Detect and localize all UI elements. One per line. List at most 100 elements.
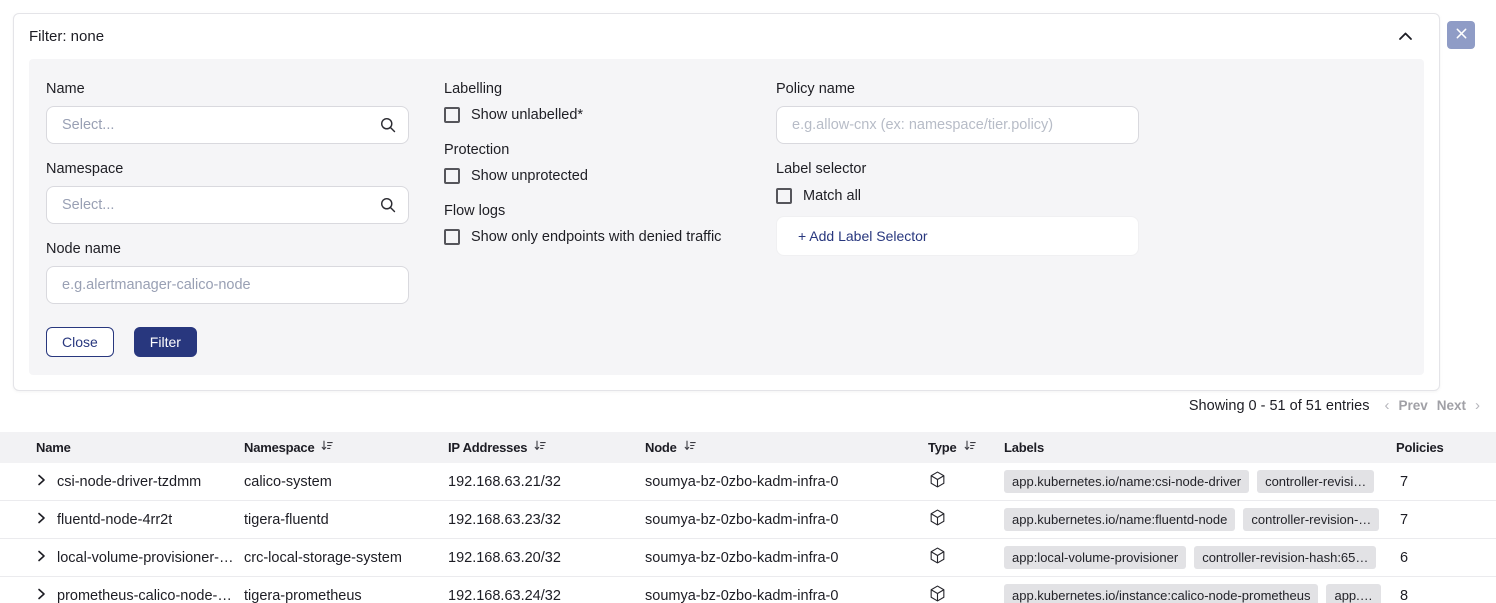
show-unlabelled-label: Show unlabelled* bbox=[471, 107, 583, 123]
endpoints-table: Name Namespace IP Addresses Node Type La… bbox=[0, 432, 1496, 603]
endpoint-labels: app.kubernetes.io/name:fluentd-node cont… bbox=[1004, 508, 1396, 531]
next-chevron-icon[interactable]: › bbox=[1475, 397, 1480, 414]
column-header-ip-addresses[interactable]: IP Addresses bbox=[448, 440, 645, 455]
namespace-filter-group: Namespace bbox=[46, 161, 409, 224]
prev-chevron-icon[interactable]: ‹ bbox=[1384, 397, 1389, 414]
label-chip: app.… bbox=[1326, 584, 1380, 603]
label-chip: app.kubernetes.io/name:csi-node-driver bbox=[1004, 470, 1249, 493]
column-header-namespace[interactable]: Namespace bbox=[244, 440, 448, 455]
endpoint-namespace: crc-local-storage-system bbox=[244, 550, 448, 566]
table-row: prometheus-calico-node-… tigera-promethe… bbox=[0, 577, 1496, 603]
label-chip: app.kubernetes.io/name:fluentd-node bbox=[1004, 508, 1235, 531]
policy-name-group: Policy name bbox=[776, 81, 1139, 144]
filter-actions: Close Filter bbox=[46, 327, 409, 357]
pod-cube-icon bbox=[928, 546, 947, 569]
chevron-right-icon bbox=[36, 588, 47, 603]
filter-title: Filter: none bbox=[29, 28, 104, 45]
namespace-filter-label: Namespace bbox=[46, 161, 409, 177]
match-all-checkbox[interactable] bbox=[776, 188, 792, 204]
chevron-right-icon bbox=[36, 474, 47, 489]
show-unlabelled-checkbox[interactable] bbox=[444, 107, 460, 123]
endpoint-name[interactable]: csi-node-driver-tzdmm bbox=[57, 474, 201, 490]
endpoint-namespace: calico-system bbox=[244, 474, 448, 490]
endpoint-name[interactable]: local-volume-provisioner-… bbox=[57, 550, 233, 566]
endpoint-ip: 192.168.63.23/32 bbox=[448, 512, 645, 528]
next-page-link[interactable]: Next bbox=[1437, 398, 1466, 413]
close-button[interactable]: Close bbox=[46, 327, 114, 357]
filter-panel-header: Filter: none bbox=[14, 14, 1439, 57]
endpoint-labels: app:local-volume-provisioner controller-… bbox=[1004, 546, 1396, 569]
protection-section: Protection Show unprotected bbox=[444, 142, 744, 184]
endpoint-labels: app.kubernetes.io/name:csi-node-driver c… bbox=[1004, 470, 1396, 493]
sort-icon[interactable] bbox=[964, 440, 976, 455]
table-header-row: Name Namespace IP Addresses Node Type La… bbox=[0, 432, 1496, 463]
endpoint-policies-count: 8 bbox=[1396, 588, 1496, 603]
filter-column-middle: Labelling Show unlabelled* Protection Sh… bbox=[444, 81, 744, 357]
flow-logs-section: Flow logs Show only endpoints with denie… bbox=[444, 203, 744, 245]
expand-row-button[interactable] bbox=[36, 512, 47, 527]
protection-label: Protection bbox=[444, 142, 744, 158]
endpoint-ip: 192.168.63.21/32 bbox=[448, 474, 645, 490]
entries-summary: Showing 0 - 51 of 51 entries bbox=[1189, 398, 1370, 414]
match-all-label: Match all bbox=[803, 188, 861, 204]
denied-traffic-label: Show only endpoints with denied traffic bbox=[471, 229, 721, 245]
show-unprotected-label: Show unprotected bbox=[471, 168, 588, 184]
column-header-node[interactable]: Node bbox=[645, 440, 928, 455]
endpoint-node: soumya-bz-0zbo-kadm-infra-0 bbox=[645, 474, 928, 490]
endpoint-type bbox=[928, 546, 1004, 569]
close-icon bbox=[1455, 27, 1468, 43]
endpoint-namespace: tigera-fluentd bbox=[244, 512, 448, 528]
denied-traffic-checkbox[interactable] bbox=[444, 229, 460, 245]
policy-name-input[interactable] bbox=[776, 106, 1139, 144]
expand-row-button[interactable] bbox=[36, 550, 47, 565]
endpoint-ip: 192.168.63.20/32 bbox=[448, 550, 645, 566]
label-selector-label: Label selector bbox=[776, 161, 1139, 177]
expand-row-button[interactable] bbox=[36, 474, 47, 489]
namespace-filter-input[interactable] bbox=[46, 186, 409, 224]
node-name-input[interactable] bbox=[46, 266, 409, 304]
endpoint-name[interactable]: prometheus-calico-node-… bbox=[57, 588, 232, 603]
table-row: csi-node-driver-tzdmm calico-system 192.… bbox=[0, 463, 1496, 501]
label-selector-section: Label selector Match all + Add Label Sel… bbox=[776, 161, 1139, 256]
show-unprotected-checkbox[interactable] bbox=[444, 168, 460, 184]
table-row: fluentd-node-4rr2t tigera-fluentd 192.16… bbox=[0, 501, 1496, 539]
endpoint-name[interactable]: fluentd-node-4rr2t bbox=[57, 512, 172, 528]
filter-button[interactable]: Filter bbox=[134, 327, 197, 357]
endpoint-namespace: tigera-prometheus bbox=[244, 588, 448, 603]
column-header-name[interactable]: Name bbox=[36, 440, 244, 455]
filter-column-left: Name Namespace Node name bbox=[46, 81, 409, 357]
name-filter-label: Name bbox=[46, 81, 409, 97]
endpoint-ip: 192.168.63.24/32 bbox=[448, 588, 645, 603]
expand-row-button[interactable] bbox=[36, 588, 47, 603]
pagination-bar: Showing 0 - 51 of 51 entries ‹ Prev Next… bbox=[1189, 397, 1480, 414]
column-header-type[interactable]: Type bbox=[928, 440, 1004, 455]
endpoint-policies-count: 7 bbox=[1396, 512, 1496, 528]
search-icon bbox=[379, 116, 397, 139]
table-row: local-volume-provisioner-… crc-local-sto… bbox=[0, 539, 1496, 577]
filter-column-right: Policy name Label selector Match all + A… bbox=[776, 81, 1139, 357]
filter-panel: Filter: none Name Namespace bbox=[13, 13, 1440, 391]
filter-form: Name Namespace Node name bbox=[29, 59, 1424, 375]
endpoint-policies-count: 7 bbox=[1396, 474, 1496, 490]
prev-page-link[interactable]: Prev bbox=[1398, 398, 1427, 413]
label-chip: controller-revision-… bbox=[1243, 508, 1379, 531]
name-filter-input[interactable] bbox=[46, 106, 409, 144]
label-chip: app:local-volume-provisioner bbox=[1004, 546, 1186, 569]
sort-icon[interactable] bbox=[534, 440, 546, 455]
chevron-up-icon bbox=[1398, 29, 1413, 44]
sort-icon[interactable] bbox=[321, 440, 333, 455]
column-header-labels: Labels bbox=[1004, 440, 1396, 455]
node-name-filter-label: Node name bbox=[46, 241, 409, 257]
pod-cube-icon bbox=[928, 584, 947, 603]
endpoint-policies-count: 6 bbox=[1396, 550, 1496, 566]
flow-logs-label: Flow logs bbox=[444, 203, 744, 219]
chevron-right-icon bbox=[36, 512, 47, 527]
add-label-selector-button[interactable]: + Add Label Selector bbox=[776, 216, 1139, 256]
policy-name-label: Policy name bbox=[776, 81, 1139, 97]
name-filter-group: Name bbox=[46, 81, 409, 144]
dismiss-filter-button[interactable] bbox=[1447, 21, 1475, 49]
endpoint-node: soumya-bz-0zbo-kadm-infra-0 bbox=[645, 512, 928, 528]
collapse-panel-button[interactable] bbox=[1396, 27, 1415, 46]
sort-icon[interactable] bbox=[684, 440, 696, 455]
labelling-section: Labelling Show unlabelled* bbox=[444, 81, 744, 123]
